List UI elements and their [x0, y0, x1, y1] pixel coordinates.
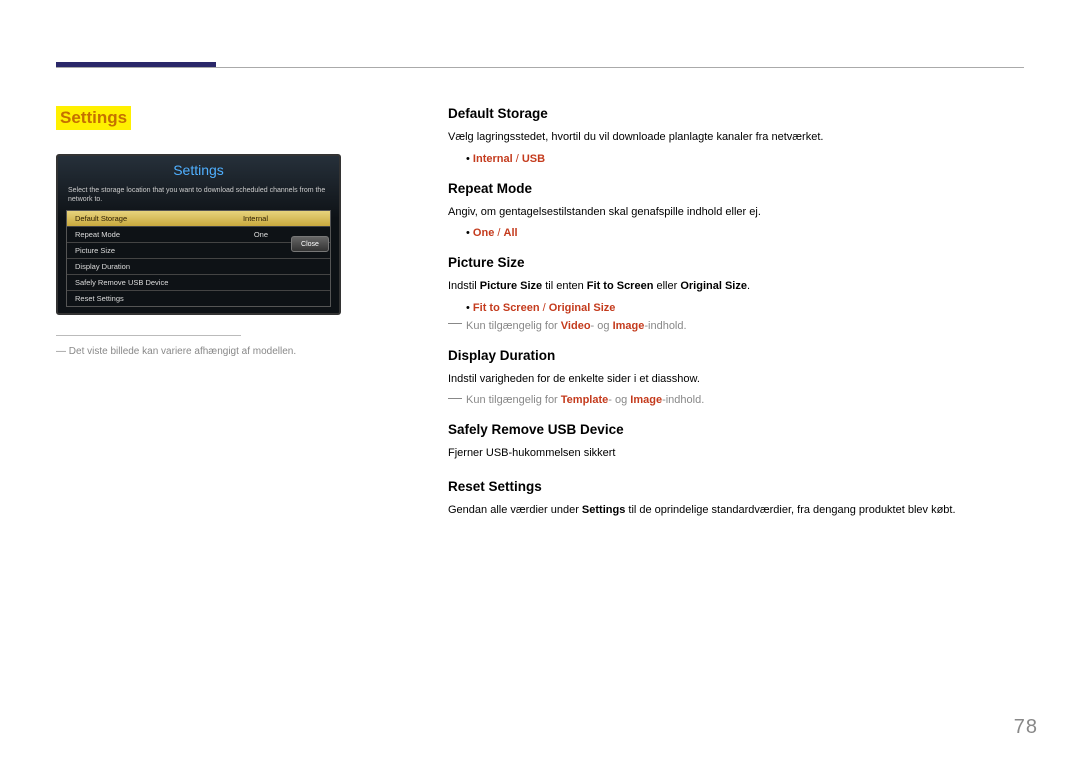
menu-row-safely-remove: Safely Remove USB Device — [67, 275, 330, 291]
section-repeat-mode: Repeat Mode Angiv, om gentagelsestilstan… — [448, 181, 1024, 240]
section-display-duration: Display Duration Indstil varigheden for … — [448, 348, 1024, 407]
menu-label: Repeat Mode — [75, 230, 120, 239]
image-note: ― Det viste billede kan variere afhængig… — [56, 346, 346, 357]
screenshot-description: Select the storage location that you wan… — [58, 182, 339, 210]
paragraph: Gendan alle værdier under Settings til d… — [448, 502, 1024, 520]
heading: Display Duration — [448, 348, 1024, 363]
section-default-storage: Default Storage Vælg lagringsstedet, hvo… — [448, 106, 1024, 165]
menu-label: Default Storage — [75, 214, 127, 223]
option-internal: Internal — [473, 153, 513, 165]
paragraph: Fjerner USB-hukommelsen sikkert — [448, 445, 1024, 463]
option-list: One / All — [466, 227, 1024, 239]
paragraph: Indstil Picture Size til enten Fit to Sc… — [448, 278, 1024, 296]
menu-label: Safely Remove USB Device — [75, 278, 168, 287]
paragraph: Indstil varigheden for de enkelte sider … — [448, 371, 1024, 389]
screenshot-menu: Default Storage Internal Repeat Mode One… — [66, 210, 331, 307]
heading: Default Storage — [448, 106, 1024, 121]
menu-label: Reset Settings — [75, 294, 124, 303]
heading: Safely Remove USB Device — [448, 422, 1024, 437]
menu-row-default-storage: Default Storage Internal — [67, 211, 330, 227]
option-list: Fit to Screen / Original Size — [466, 302, 1024, 314]
image-note-text: Det viste billede kan variere afhængigt … — [69, 346, 296, 357]
option-all: All — [504, 227, 518, 239]
section-safely-remove: Safely Remove USB Device Fjerner USB-huk… — [448, 422, 1024, 463]
header-rule — [56, 67, 1024, 68]
left-column: Settings Settings Select the storage loc… — [56, 106, 346, 357]
paragraph: Angiv, om gentagelsestilstanden skal gen… — [448, 204, 1024, 222]
availability-note: Kun tilgængelig for Video- og Image-indh… — [448, 320, 1024, 332]
option-one: One — [473, 227, 494, 239]
section-picture-size: Picture Size Indstil Picture Size til en… — [448, 255, 1024, 332]
menu-row-display-duration: Display Duration — [67, 259, 330, 275]
right-column: Default Storage Vælg lagringsstedet, hvo… — [448, 106, 1024, 536]
paragraph: Vælg lagringsstedet, hvortil du vil down… — [448, 129, 1024, 147]
page-title: Settings — [56, 106, 131, 130]
close-button: Close — [291, 236, 329, 252]
heading: Repeat Mode — [448, 181, 1024, 196]
option-fit: Fit to Screen — [473, 302, 540, 314]
option-list: Internal / USB — [466, 153, 1024, 165]
heading: Reset Settings — [448, 479, 1024, 494]
option-usb: USB — [522, 153, 545, 165]
menu-value: One — [254, 230, 268, 239]
heading: Picture Size — [448, 255, 1024, 270]
section-reset-settings: Reset Settings Gendan alle værdier under… — [448, 479, 1024, 520]
availability-note: Kun tilgængelig for Template- og Image-i… — [448, 394, 1024, 406]
menu-row-reset-settings: Reset Settings — [67, 291, 330, 306]
image-divider — [56, 335, 241, 336]
settings-screenshot: Settings Select the storage location tha… — [56, 154, 341, 315]
menu-label: Display Duration — [75, 262, 130, 271]
menu-label: Picture Size — [75, 246, 115, 255]
page-number: 78 — [1014, 716, 1038, 739]
menu-value: Internal — [243, 214, 268, 223]
screenshot-title: Settings — [58, 156, 339, 182]
option-original: Original Size — [549, 302, 616, 314]
